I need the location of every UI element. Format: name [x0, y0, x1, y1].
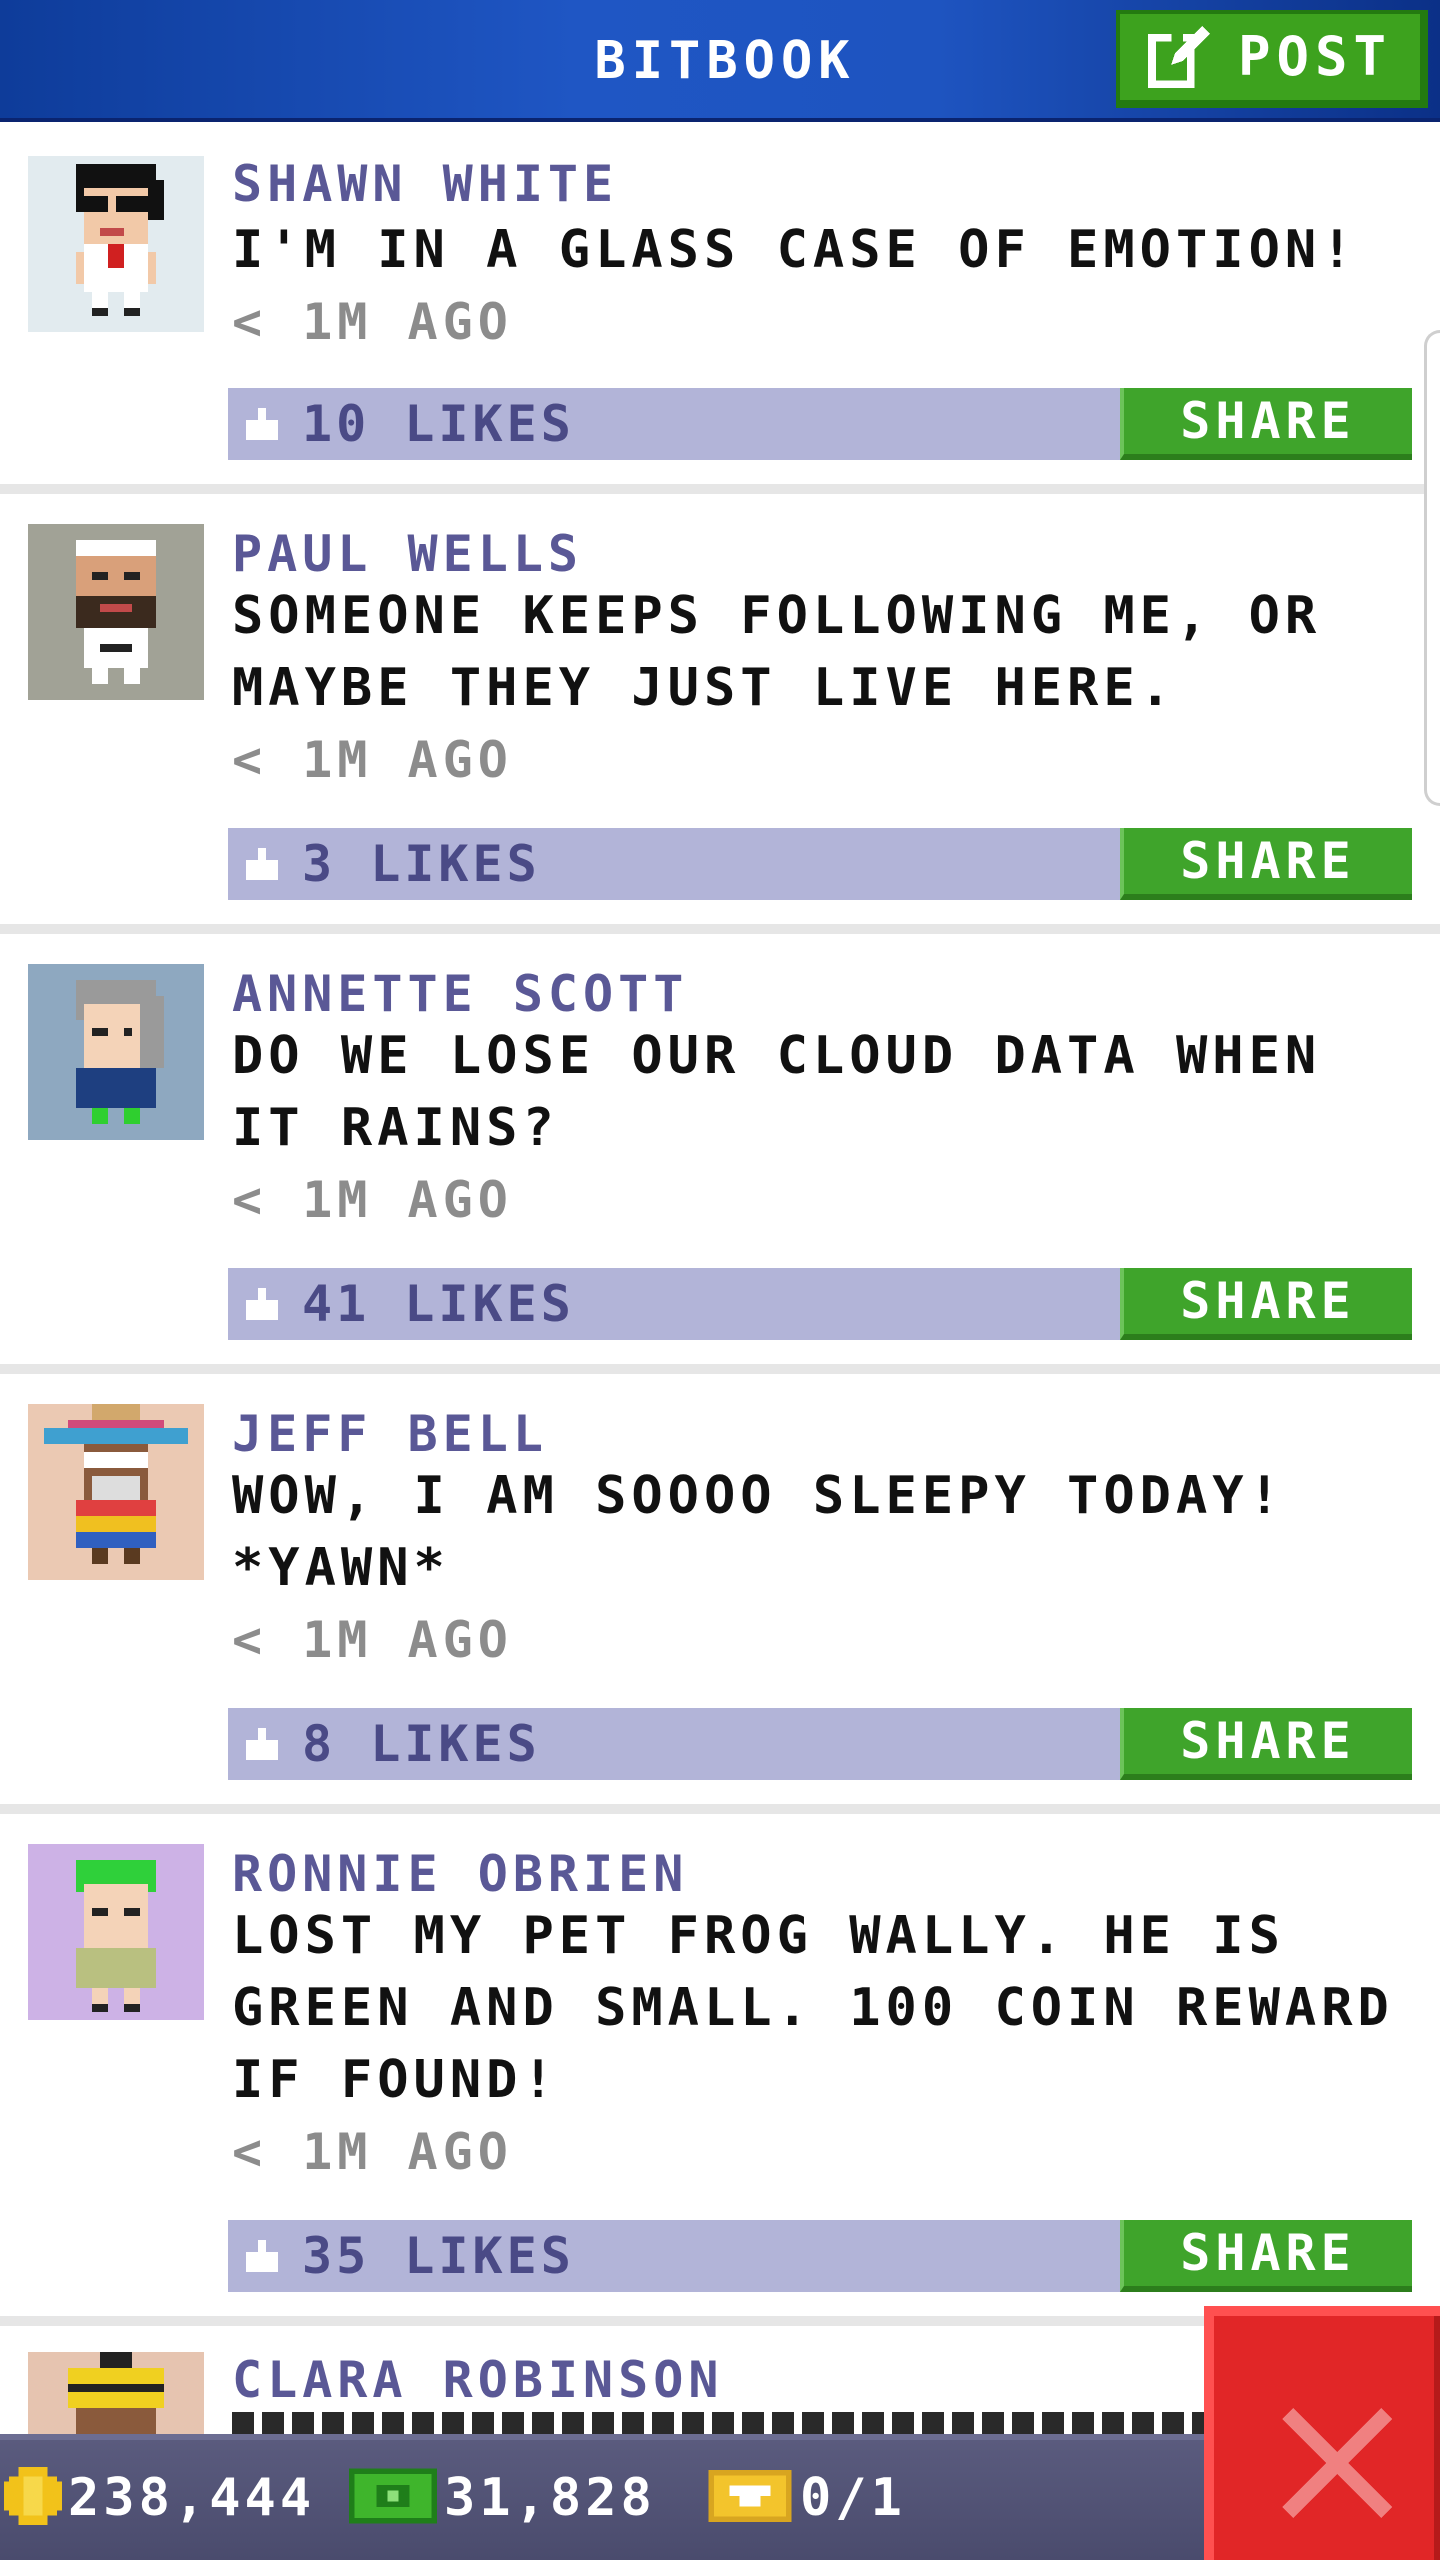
coins-stat: 238,444	[4, 2462, 315, 2534]
likes-bar: 8 LIKES SHARE	[228, 1708, 1412, 1780]
divider	[0, 1804, 1440, 1814]
feed-post: RONNIE OBRIEN LOST MY PET FROG WALLY. HE…	[0, 1814, 1440, 2318]
like-icon[interactable]	[242, 1724, 282, 1764]
likes-bar: 10 LIKES SHARE	[228, 388, 1412, 460]
post-message: SOMEONE KEEPS FOLLOWING ME, OR MAYBE THE…	[232, 586, 1322, 718]
likes-bar: 3 LIKES SHARE	[228, 828, 1412, 900]
post-timestamp: < 1M AGO	[232, 2123, 513, 2181]
bux-stat: 31,828	[348, 2462, 656, 2534]
likes-bar: 35 LIKES SHARE	[228, 2220, 1412, 2292]
ticket-icon	[706, 2465, 794, 2531]
close-button[interactable]	[1204, 2306, 1440, 2560]
likes-count: 8 LIKES	[302, 1715, 541, 1773]
post-author: RONNIE OBRIEN	[232, 1845, 689, 1903]
top-bar: BITBOOK POST	[0, 0, 1440, 122]
likes-bar: 41 LIKES SHARE	[228, 1268, 1412, 1340]
avatar[interactable]	[28, 156, 204, 332]
scroll-indicator[interactable]	[1424, 330, 1440, 806]
post-message: I'M IN A GLASS CASE OF EMOTION!	[232, 220, 1358, 280]
avatar[interactable]	[28, 1844, 204, 2020]
avatar[interactable]	[28, 524, 204, 700]
avatar[interactable]	[28, 2352, 204, 2434]
likes-count: 35 LIKES	[302, 2227, 575, 2285]
close-icon	[1282, 2408, 1392, 2518]
tickets-value: 0/1	[800, 2468, 906, 2528]
share-button[interactable]: SHARE	[1120, 1708, 1412, 1780]
post-author: JEFF BELL	[232, 1405, 548, 1463]
feed-post: ANNETTE SCOTT DO WE LOSE OUR CLOUD DATA …	[0, 934, 1440, 1366]
like-icon[interactable]	[242, 404, 282, 444]
avatar[interactable]	[28, 964, 204, 1140]
divider	[0, 484, 1440, 494]
post-timestamp: < 1M AGO	[232, 731, 513, 789]
share-button[interactable]: SHARE	[1120, 388, 1412, 460]
bux-icon	[348, 2463, 438, 2533]
post-author: CLARA ROBINSON	[232, 2351, 724, 2409]
post-timestamp: < 1M AGO	[232, 1611, 513, 1669]
avatar[interactable]	[28, 1404, 204, 1580]
likes-count: 3 LIKES	[302, 835, 541, 893]
post-button-label: POST	[1237, 25, 1393, 88]
like-icon[interactable]	[242, 1284, 282, 1324]
feed-post: SHAWN WHITE I'M IN A GLASS CASE OF EMOTI…	[0, 126, 1440, 488]
coin-icon	[4, 2467, 62, 2529]
likes-count: 10 LIKES	[302, 395, 575, 453]
likes-count: 41 LIKES	[302, 1275, 575, 1333]
like-icon[interactable]	[242, 2236, 282, 2276]
post-timestamp: < 1M AGO	[232, 1171, 513, 1229]
share-button[interactable]: SHARE	[1120, 828, 1412, 900]
post-message: WOW, I AM SOOOO SLEEPY TODAY! *YAWN*	[232, 1466, 1285, 1598]
divider	[0, 1364, 1440, 1374]
page-title: BITBOOK	[594, 31, 856, 91]
feed-post: PAUL WELLS SOMEONE KEEPS FOLLOWING ME, O…	[0, 494, 1440, 926]
share-button[interactable]: SHARE	[1120, 2220, 1412, 2292]
divider	[0, 924, 1440, 934]
post-message-truncated	[232, 2412, 1232, 2434]
post-message: DO WE LOSE OUR CLOUD DATA WHEN IT RAINS?	[232, 1026, 1322, 1158]
post-author: ANNETTE SCOTT	[232, 965, 689, 1023]
post-author: SHAWN WHITE	[232, 155, 619, 213]
bux-value: 31,828	[444, 2468, 656, 2528]
feed-post: JEFF BELL WOW, I AM SOOOO SLEEPY TODAY! …	[0, 1374, 1440, 1806]
post-button[interactable]: POST	[1116, 10, 1428, 108]
like-icon[interactable]	[242, 844, 282, 884]
post-timestamp: < 1M AGO	[232, 293, 513, 351]
post-message: LOST MY PET FROG WALLY. HE IS GREEN AND …	[232, 1906, 1394, 2110]
post-author: PAUL WELLS	[232, 525, 584, 583]
share-button[interactable]: SHARE	[1120, 1268, 1412, 1340]
tickets-stat: 0/1	[706, 2462, 906, 2534]
coins-value: 238,444	[68, 2468, 316, 2528]
compose-icon	[1147, 26, 1210, 88]
